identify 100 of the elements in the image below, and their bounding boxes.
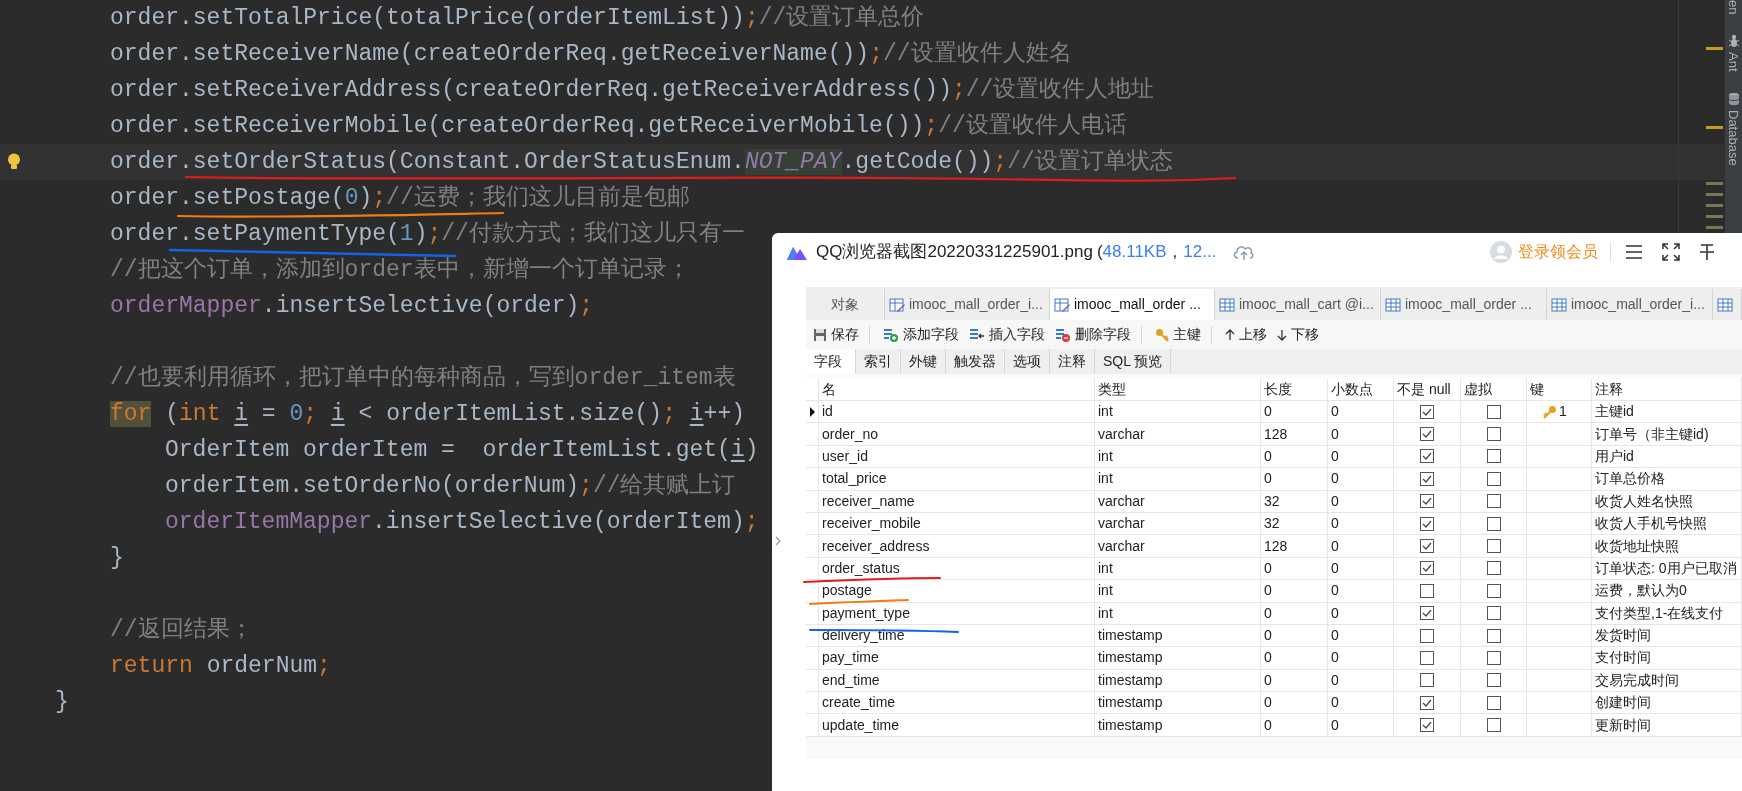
checkbox[interactable] — [1420, 427, 1434, 442]
row-header-cell[interactable] — [806, 423, 819, 446]
checkbox[interactable] — [1486, 539, 1501, 554]
row-header-cell[interactable] — [806, 669, 819, 693]
table-cell: 0 — [1328, 647, 1394, 670]
sub-tab[interactable]: 字段 — [806, 349, 856, 374]
table-cell: 用户id — [1592, 445, 1742, 469]
checkbox[interactable] — [1420, 561, 1434, 576]
arrow-up-icon — [1225, 328, 1235, 341]
pin-icon[interactable] — [1698, 242, 1716, 261]
code-line: orderItem.setOrderNo(orderNum);//给其赋上订 — [165, 474, 736, 498]
table-cell: 0 — [1328, 714, 1394, 737]
checkbox[interactable] — [1486, 718, 1501, 733]
fullscreen-icon[interactable] — [1662, 242, 1680, 261]
checkbox[interactable] — [1486, 449, 1501, 464]
code-line: } — [110, 546, 124, 570]
table-cell: receiver_mobile — [819, 512, 1095, 536]
tool-window-tab[interactable]: Database — [1726, 110, 1741, 166]
checkbox[interactable] — [1486, 628, 1501, 643]
code-line: order.setOrderStatus(Constant.OrderStatusEnum.NOT_PAY.getCode());//设置订单状态 — [110, 150, 1173, 174]
column-header[interactable]: 键 — [1527, 378, 1592, 401]
column-header[interactable]: 类型 — [1095, 378, 1261, 401]
row-header-cell[interactable] — [806, 557, 819, 581]
checkbox[interactable] — [1420, 673, 1434, 688]
toolbar-button[interactable]: 删除字段 — [1052, 322, 1134, 347]
tool-window-tab[interactable]: Ant — [1726, 52, 1741, 72]
checkbox[interactable] — [1420, 606, 1434, 621]
code-line: for (int i = 0; i < orderItemList.size(); i++) — [110, 402, 745, 426]
column-header[interactable]: 虚拟 — [1461, 378, 1527, 401]
toolbar-button[interactable]: 主键 — [1152, 322, 1204, 347]
toolbar-button[interactable]: 添加字段 — [880, 322, 962, 347]
table-cell: timestamp — [1095, 669, 1261, 693]
checkbox[interactable] — [1486, 516, 1501, 531]
table-cell: 收货地址快照 — [1592, 535, 1742, 558]
checkbox[interactable] — [1420, 628, 1434, 643]
checkbox[interactable] — [1420, 695, 1434, 710]
column-header[interactable]: 名 — [819, 378, 1095, 401]
checkbox[interactable] — [1420, 471, 1434, 486]
column-header[interactable]: 小数点 — [1328, 378, 1394, 401]
separator-text: , — [1172, 240, 1178, 263]
table-cell: 0 — [1261, 468, 1328, 491]
checkbox[interactable] — [1486, 561, 1501, 576]
row-header-cell[interactable] — [806, 580, 819, 603]
row-header-cell[interactable] — [806, 401, 819, 424]
row-header-cell[interactable] — [806, 445, 819, 469]
lightbulb-icon[interactable] — [7, 153, 21, 171]
checkbox[interactable] — [1486, 695, 1501, 710]
checkbox[interactable] — [1420, 516, 1434, 531]
table-cell: 主键id — [1592, 401, 1742, 424]
save-icon — [813, 327, 827, 342]
row-header-cell[interactable] — [806, 692, 819, 715]
checkbox[interactable] — [1420, 718, 1434, 733]
table-edit-icon — [889, 296, 905, 313]
checkbox[interactable] — [1486, 427, 1501, 442]
table-cell: postage — [819, 580, 1095, 603]
row-header-cell[interactable] — [806, 602, 819, 625]
table-edit-icon — [1054, 296, 1070, 313]
checkbox[interactable] — [1486, 606, 1501, 621]
code-line: //把这个订单，添加到order表中，新增一个订单记录； — [110, 258, 690, 282]
code-line: //也要利用循环，把订单中的每种商品，写到order_item表 — [110, 366, 736, 390]
row-header-cell[interactable] — [806, 714, 819, 737]
toolbar-button[interactable]: 插入字段 — [966, 322, 1048, 347]
toolbar-button[interactable]: 上移 — [1222, 322, 1270, 347]
table-cell: 0 — [1261, 714, 1328, 737]
row-header-cell[interactable] — [806, 535, 819, 558]
code-line: } — [55, 690, 69, 714]
checkbox[interactable] — [1486, 651, 1501, 665]
table-cell: total_price — [819, 468, 1095, 491]
toolbar-button[interactable]: 保存 — [810, 322, 862, 347]
row-header-cell[interactable] — [806, 468, 819, 491]
checkbox[interactable] — [1420, 404, 1434, 419]
checkbox[interactable] — [1420, 651, 1434, 665]
row-header-cell[interactable] — [806, 490, 819, 513]
menu-icon[interactable] — [1625, 243, 1643, 260]
column-header[interactable]: 注释 — [1592, 378, 1742, 401]
column-header[interactable]: 长度 — [1261, 378, 1328, 401]
table-cell: 订单总价格 — [1592, 468, 1742, 491]
checkbox[interactable] — [1486, 404, 1501, 419]
row-header-cell[interactable] — [806, 512, 819, 536]
checkbox[interactable] — [1420, 449, 1434, 464]
check-icon — [1422, 452, 1432, 461]
checkbox[interactable] — [1420, 583, 1434, 598]
tool-window-tab[interactable]: en — [1726, 0, 1741, 15]
row-header-cell[interactable] — [806, 624, 819, 648]
arrow-down-icon — [1277, 328, 1287, 341]
checkbox[interactable] — [1486, 494, 1501, 509]
table-icon — [1717, 296, 1733, 313]
row-header-cell[interactable] — [806, 647, 819, 670]
checkbox[interactable] — [1486, 583, 1501, 598]
checkbox[interactable] — [1486, 471, 1501, 486]
checkbox[interactable] — [1486, 673, 1501, 688]
editor-tab[interactable]: imooc_mall_order ... — [1050, 289, 1215, 320]
table-cell: int — [1095, 580, 1261, 603]
checkbox[interactable] — [1420, 494, 1434, 509]
column-header[interactable]: 不是 null — [1394, 378, 1461, 401]
checkbox[interactable] — [1420, 539, 1434, 554]
key-icon — [1543, 404, 1557, 419]
code-line: order.setPostage(0);//运费；我们这儿目前是包邮 — [110, 186, 690, 210]
table-cell: varchar — [1095, 535, 1261, 558]
toolbar-button[interactable]: 下移 — [1274, 322, 1322, 347]
